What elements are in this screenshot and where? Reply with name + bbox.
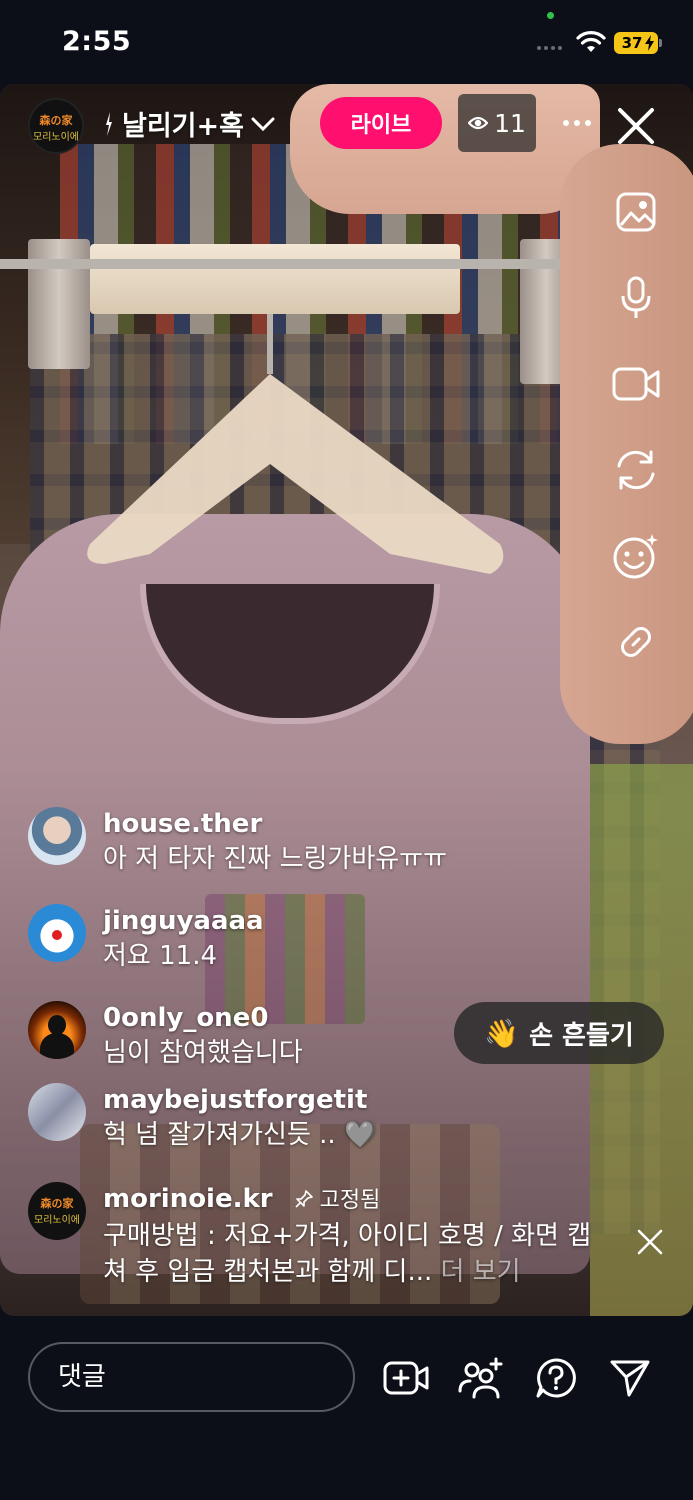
send-icon [610,1360,650,1397]
host-avatar-logo-text: 森の家 [39,114,73,127]
comment-username[interactable]: jinguyaaaa [103,904,264,938]
close-button[interactable] [614,104,658,148]
microphone-button[interactable] [610,272,662,324]
add-people-icon [458,1357,503,1399]
battery-level: 37 [621,34,643,52]
avatar[interactable] [28,1001,86,1059]
wave-button[interactable]: 👋 손 흔들기 [454,1002,664,1064]
pinned-comment: 森の家 모리노이에 morinoie.kr 고정됨 구매방법 : 저요+가격, … [28,1182,613,1290]
waving-hand-icon: 👋 [484,1016,520,1050]
live-title: 날리기+혹 [122,111,244,142]
avatar[interactable] [28,807,86,865]
camera-toggle-button[interactable] [610,358,662,410]
add-video-icon [383,1361,429,1395]
wooden-hanger [87,314,504,574]
bolt-icon [106,111,112,136]
pinned-tag: 고정됨 [294,1188,381,1213]
pinned-avatar-logo-subtext: 모리노이에 [34,1215,80,1226]
comment-text: 헉 넘 잘가져가신듯 .. 🩶 [103,1120,377,1150]
share-button[interactable] [606,1354,654,1402]
charging-bolt-icon [645,35,654,51]
avatar[interactable] [28,1083,86,1141]
comment-username[interactable]: maybejustforgetit [103,1083,376,1117]
host-avatar-logo-subtext: 모리노이에 [33,132,79,143]
flip-camera-button[interactable] [610,444,662,496]
comment-text: 님이 참여했습니다 [103,1038,303,1068]
live-title-dropdown[interactable]: 날리기+혹 [104,104,276,143]
status-time: 2:55 [62,26,132,57]
hanger-rod [0,259,590,269]
wifi-icon [576,31,606,52]
comment-item: 0only_one0 님이 참여했습니다 [28,1001,303,1071]
comment-item: maybejustforgetit 헉 넘 잘가져가신듯 .. 🩶 [28,1083,376,1153]
comment-text: 저요 11.4 [103,941,217,971]
video-camera-icon [612,367,660,401]
live-badge: 라이브 [320,97,442,149]
eye-icon [468,116,489,130]
avatar[interactable]: 森の家 모리노이에 [28,1182,86,1240]
cellular-signal-icon [537,46,562,50]
more-options-button[interactable] [562,108,592,128]
comment-input[interactable] [28,1342,355,1412]
chevron-down-icon [251,117,275,131]
camera-in-use-indicator [547,12,554,19]
share-link-button[interactable] [610,616,662,668]
comment-username[interactable]: house.ther [103,807,447,841]
avatar[interactable] [28,904,86,962]
comment-username[interactable]: morinoie.kr [103,1184,273,1214]
more-icon [563,120,591,126]
host-avatar[interactable]: 森の家 모리노이에 [28,98,84,154]
viewer-count: 11 [494,108,526,138]
battery-indicator: 37 [614,32,662,54]
comment-text: 아 저 타자 진짜 느링가바유ㅠㅠ [103,844,448,874]
comment-item: house.ther 아 저 타자 진짜 느링가바유ㅠㅠ [28,807,447,877]
dismiss-pinned-button[interactable] [634,1226,666,1258]
pin-icon [295,1190,313,1208]
see-more-link[interactable]: 더 보기 [441,1257,521,1287]
switch-camera-icon [617,450,655,490]
pinned-username-row: morinoie.kr 고정됨 [103,1182,613,1218]
status-bar: 2:55 37 [0,0,693,84]
pinned-avatar-logo-text: 森の家 [40,1197,74,1210]
viewer-count-badge[interactable]: 11 [458,94,536,152]
wooden-hanger-bar [90,244,460,314]
gallery-button[interactable] [610,186,662,238]
add-guest-video-button[interactable] [382,1354,430,1402]
question-button[interactable] [532,1354,580,1402]
question-icon [536,1358,576,1398]
comment-username[interactable]: 0only_one0 [103,1001,303,1035]
effects-button[interactable] [610,530,662,582]
wave-button-label: 손 흔들기 [529,1020,634,1051]
invite-guest-button[interactable] [456,1354,504,1402]
link-icon [621,627,651,657]
microphone-icon [621,276,651,318]
pinned-text-block: 구매방법 : 저요+가격, 아이디 호명 / 화면 캡쳐 후 입금 캡처본과 함… [103,1218,613,1290]
image-icon [616,192,656,232]
comment-item: jinguyaaaa 저요 11.4 [28,904,264,974]
effects-icon [613,534,658,579]
pinned-tag-label: 고정됨 [319,1188,381,1213]
